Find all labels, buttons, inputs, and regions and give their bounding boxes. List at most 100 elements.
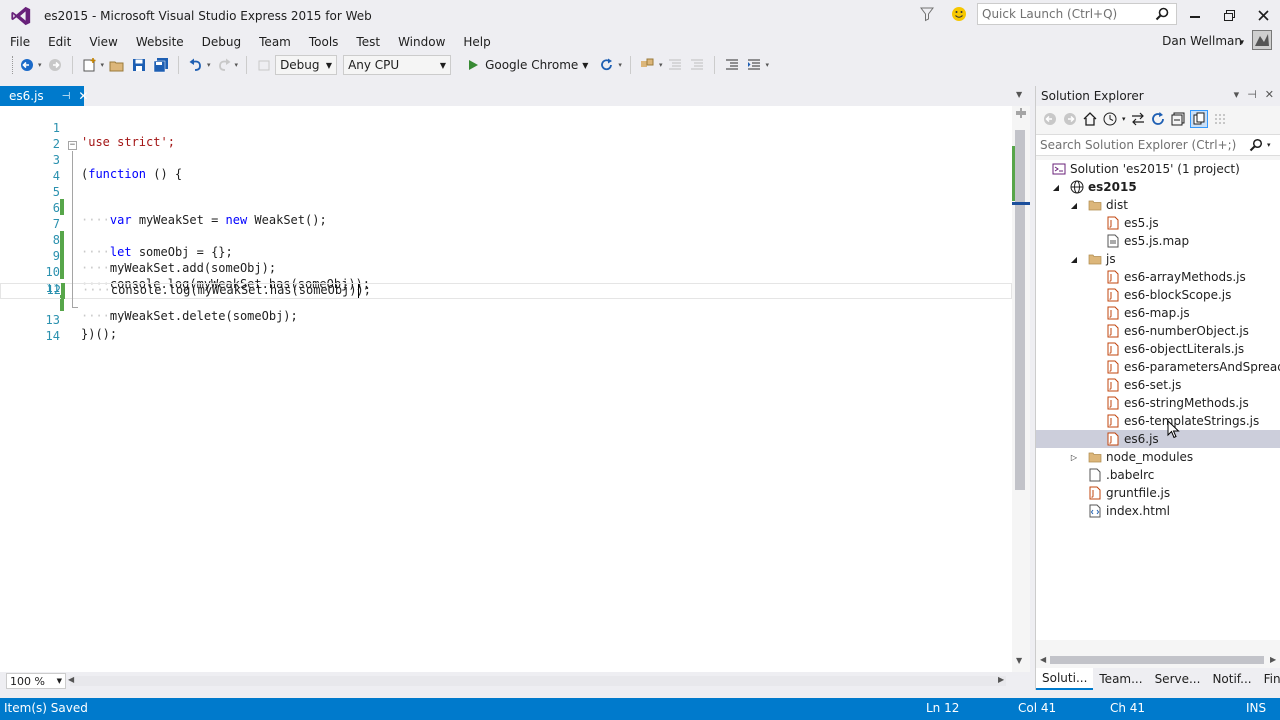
platform-combo[interactable]: Any CPU ▼ (343, 55, 452, 75)
sync-with-active-document-icon[interactable] (1130, 111, 1146, 127)
toolbar-grip[interactable] (12, 56, 16, 74)
tree-item[interactable]: es5.js.map (1036, 232, 1280, 250)
tree-item[interactable]: es5.js (1036, 214, 1280, 232)
tree-item[interactable]: es6-stringMethods.js (1036, 394, 1280, 412)
expanded-arrow-icon[interactable]: ◢ (1069, 255, 1079, 264)
tree-item[interactable]: ◢ dist (1036, 196, 1280, 214)
find-in-files-icon[interactable] (639, 56, 657, 74)
save-icon[interactable] (130, 56, 148, 74)
tree-item[interactable]: ◢ es2015 (1036, 178, 1280, 196)
uncomment-icon[interactable] (688, 56, 706, 74)
back-icon[interactable] (1042, 111, 1058, 127)
avatar[interactable] (1252, 30, 1272, 50)
scroll-thumb[interactable] (1050, 656, 1264, 664)
scroll-right-icon[interactable]: ▶ (998, 675, 1004, 684)
scroll-left-icon[interactable]: ◀ (1040, 655, 1046, 664)
menu-website[interactable]: Website (126, 35, 192, 49)
feedback-smiley-icon[interactable] (951, 6, 967, 22)
editor-horizontal-scrollbar[interactable] (70, 676, 1006, 686)
menu-tools[interactable]: Tools (299, 35, 347, 49)
split-window-icon[interactable] (1016, 108, 1026, 118)
tree-item[interactable]: es6-objectLiterals.js (1036, 340, 1280, 358)
zoom-combo[interactable]: 100 % ▼ (6, 673, 66, 689)
restore-button[interactable] (1214, 4, 1244, 26)
tab-solution-explorer[interactable]: Soluti... (1036, 668, 1094, 690)
code-area[interactable]: 1 'use strict'; 2 3 (function () { 4 5 ·… (0, 106, 1012, 672)
undo-icon[interactable] (187, 56, 205, 74)
properties-icon[interactable] (1212, 111, 1228, 127)
close-panel-icon[interactable]: ✕ (1265, 88, 1274, 101)
filter-notification-icon[interactable] (920, 6, 934, 22)
new-project-icon[interactable] (81, 56, 99, 74)
tree-item[interactable]: es6-numberObject.js (1036, 322, 1280, 340)
pending-changes-filter-icon[interactable] (1102, 111, 1118, 127)
home-icon[interactable] (1082, 111, 1098, 127)
configuration-combo[interactable]: Debug ▼ (275, 55, 338, 75)
save-all-icon[interactable] (152, 56, 170, 74)
tree-item[interactable]: ◢ js (1036, 250, 1280, 268)
pin-icon[interactable]: ⊣ (62, 91, 71, 102)
quick-launch-box[interactable] (977, 3, 1177, 25)
redo-icon[interactable] (215, 56, 233, 74)
browser-link-refresh-icon[interactable] (598, 56, 616, 74)
start-debugging-button[interactable]: Google Chrome ▼ (463, 55, 592, 75)
search-icon[interactable] (1154, 6, 1170, 22)
tree-item[interactable]: .babelrc (1036, 466, 1280, 484)
comment-out-icon[interactable] (666, 56, 684, 74)
tree-item[interactable]: Solution 'es2015' (1 project) (1036, 160, 1280, 178)
user-menu-caret-icon[interactable]: ▾ (1239, 38, 1244, 48)
menu-help[interactable]: Help (453, 35, 498, 49)
scroll-thumb[interactable] (1015, 130, 1025, 490)
close-window-button[interactable] (1248, 4, 1278, 26)
tree-horizontal-scrollbar[interactable]: ◀ ▶ (1036, 652, 1280, 668)
tree-item[interactable]: es6.js (1036, 430, 1280, 448)
tree-item[interactable]: es6-parametersAndSpread.js (1036, 358, 1280, 376)
tree-item[interactable]: index.html (1036, 502, 1280, 520)
tree-item[interactable]: es6-templateStrings.js (1036, 412, 1280, 430)
search-options-icon[interactable]: ▾ (1267, 141, 1271, 149)
menu-edit[interactable]: Edit (38, 35, 79, 49)
toolbar-options-icon[interactable]: ▾ (659, 61, 663, 69)
tab-notifications[interactable]: Notif... (1206, 668, 1257, 690)
scroll-left-icon[interactable]: ◀ (68, 675, 74, 684)
user-name[interactable]: Dan Wellman (1162, 34, 1242, 48)
tree-item[interactable]: ▷ node_modules (1036, 448, 1280, 466)
new-dropdown-icon[interactable]: ▾ (101, 61, 105, 69)
redo-dropdown-icon[interactable]: ▾ (235, 61, 239, 69)
tree-item[interactable]: es6-set.js (1036, 376, 1280, 394)
menu-file[interactable]: File (0, 35, 38, 49)
tab-list-dropdown-icon[interactable]: ▼ (1016, 90, 1022, 99)
chevron-down-icon[interactable]: ▼ (582, 61, 588, 70)
editor-vertical-scrollbar[interactable]: ▼ (1012, 106, 1030, 672)
menu-team[interactable]: Team (249, 35, 299, 49)
solution-search-input[interactable] (1040, 138, 1245, 152)
tree-item[interactable]: gruntfile.js (1036, 484, 1280, 502)
tab-server-explorer[interactable]: Serve... (1149, 668, 1207, 690)
auto-hide-pin-icon[interactable]: ⊣ (1247, 88, 1257, 101)
collapsed-arrow-icon[interactable]: ▷ (1069, 453, 1079, 462)
close-tab-icon[interactable]: ✕ (78, 89, 88, 103)
tab-es6-js[interactable]: es6.js ⊣ ✕ (0, 86, 88, 106)
search-icon[interactable] (1249, 138, 1263, 152)
tab-team-explorer[interactable]: Team... (1093, 668, 1148, 690)
solution-config-icon[interactable] (255, 56, 273, 74)
menu-view[interactable]: View (79, 35, 125, 49)
refresh-icon[interactable] (1150, 111, 1166, 127)
code-editor[interactable]: 1 'use strict'; 2 3 (function () { 4 5 ·… (0, 106, 1030, 672)
tree-item[interactable]: es6-arrayMethods.js (1036, 268, 1280, 286)
tree-item[interactable]: es6-map.js (1036, 304, 1280, 322)
tab-find-results[interactable]: Find... (1258, 668, 1280, 690)
expanded-arrow-icon[interactable]: ◢ (1069, 201, 1079, 210)
undo-dropdown-icon[interactable]: ▾ (207, 61, 211, 69)
open-file-icon[interactable] (108, 56, 126, 74)
panel-options-icon[interactable]: ▾ (1234, 88, 1240, 101)
show-all-files-icon[interactable] (1189, 110, 1208, 128)
tree-item[interactable]: es6-blockScope.js (1036, 286, 1280, 304)
solution-explorer-search[interactable]: ▾ (1036, 134, 1280, 156)
expanded-arrow-icon[interactable]: ◢ (1051, 183, 1061, 192)
navigate-forward-icon[interactable] (46, 56, 64, 74)
minimize-button[interactable] (1180, 4, 1210, 26)
toolbar-overflow-icon[interactable]: ▾ (765, 61, 769, 69)
browser-link-dropdown-icon[interactable]: ▾ (618, 61, 622, 69)
menu-debug[interactable]: Debug (192, 35, 249, 49)
